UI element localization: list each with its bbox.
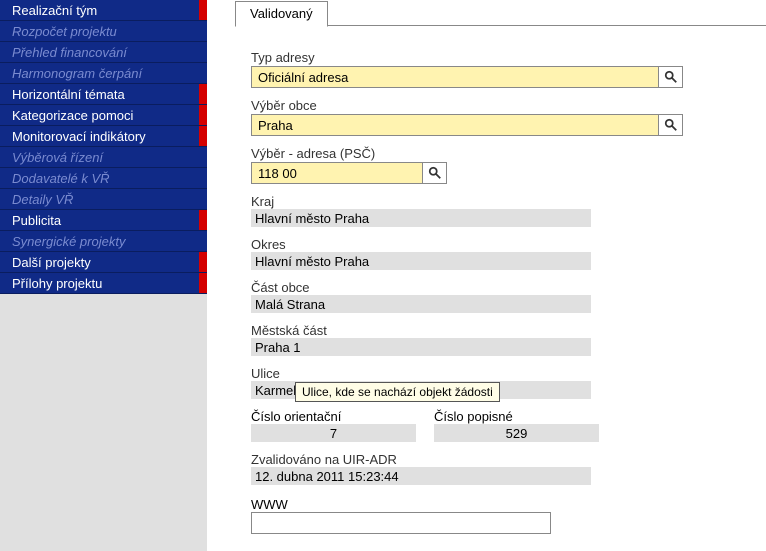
tooltip-ulice: Ulice, kde se nachází objekt žádosti [295,382,500,402]
sidebar: Realizační týmRozpočet projektuPřehled f… [0,0,207,551]
label-cislo-popisne: Číslo popisné [434,409,599,424]
sidebar-item-2[interactable]: Přehled financování [0,42,207,63]
sidebar-item-7[interactable]: Výběrová řízení [0,147,207,168]
label-typ-adresy: Typ adresy [251,50,683,65]
label-cast-obce: Část obce [251,280,683,295]
sidebar-item-12[interactable]: Další projekty [0,252,207,273]
sidebar-item-1[interactable]: Rozpočet projektu [0,21,207,42]
label-ulice: Ulice [251,366,683,381]
value-zvalidovano: 12. dubna 2011 15:23:44 [251,467,591,485]
sidebar-item-4[interactable]: Horizontální témata [0,84,207,105]
sidebar-item-10[interactable]: Publicita [0,210,207,231]
label-okres: Okres [251,237,683,252]
label-cislo-orientacni: Číslo orientační [251,409,416,424]
label-vyber-psc: Výběr - adresa (PSČ) [251,146,683,161]
label-vyber-obce: Výběr obce [251,98,683,113]
search-vyber-obce[interactable] [659,114,683,136]
content: Validovaný Typ adresy Výběr obce Výběr -… [207,0,766,551]
sidebar-menu: Realizační týmRozpočet projektuPřehled f… [0,0,207,294]
search-vyber-psc[interactable] [423,162,447,184]
search-icon [664,70,678,84]
search-icon [664,118,678,132]
sidebar-item-5[interactable]: Kategorizace pomoci [0,105,207,126]
sidebar-item-0[interactable]: Realizační tým [0,0,207,21]
label-mestska-cast: Městská část [251,323,683,338]
sidebar-item-11[interactable]: Synergické projekty [0,231,207,252]
label-zvalidovano: Zvalidováno na UIR-ADR [251,452,683,467]
sidebar-item-8[interactable]: Dodavatelé k VŘ [0,168,207,189]
search-icon [428,166,442,180]
tab-validovany[interactable]: Validovaný [235,1,328,27]
value-cislo-popisne: 529 [434,424,599,442]
value-okres: Hlavní město Praha [251,252,591,270]
input-typ-adresy[interactable] [251,66,659,88]
input-vyber-obce[interactable] [251,114,659,136]
value-kraj: Hlavní město Praha [251,209,591,227]
sidebar-item-9[interactable]: Detaily VŘ [0,189,207,210]
value-cislo-orientacni: 7 [251,424,416,442]
value-mestska-cast: Praha 1 [251,338,591,356]
search-typ-adresy[interactable] [659,66,683,88]
label-www: WWW [251,497,683,512]
label-kraj: Kraj [251,194,683,209]
value-cast-obce: Malá Strana [251,295,591,313]
input-www[interactable] [251,512,551,534]
sidebar-item-3[interactable]: Harmonogram čerpání [0,63,207,84]
sidebar-item-6[interactable]: Monitorovací indikátory [0,126,207,147]
sidebar-item-13[interactable]: Přílohy projektu [0,273,207,294]
input-vyber-psc[interactable] [251,162,423,184]
